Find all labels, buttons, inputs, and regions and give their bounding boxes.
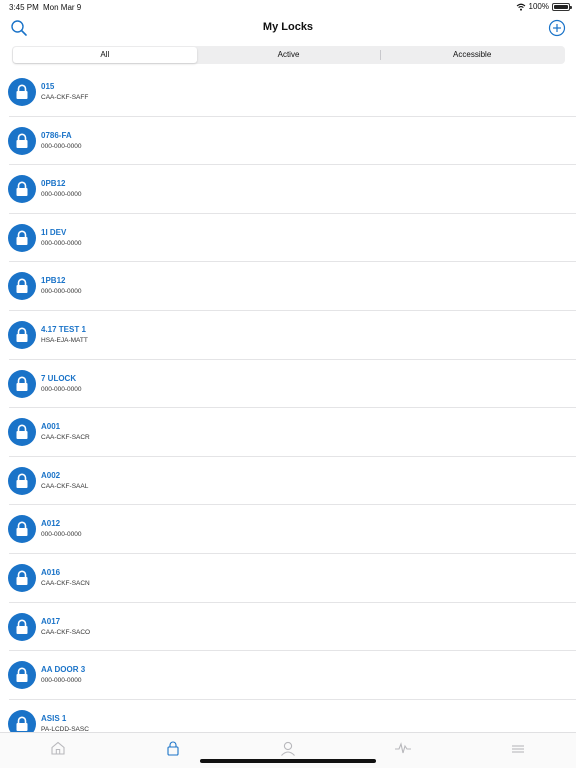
lock-list-item[interactable]: 7 ULOCK 000-000-0000 — [0, 360, 576, 409]
padlock-icon — [8, 272, 36, 301]
wifi-icon — [516, 3, 525, 11]
lock-icon — [167, 741, 179, 768]
padlock-icon — [8, 126, 36, 155]
lock-name: A002 — [41, 470, 61, 480]
lock-code: 000-000-0000 — [41, 677, 82, 685]
lock-name: A016 — [41, 567, 61, 577]
lock-code: CAA-CKF-SAFF — [41, 94, 89, 101]
lock-code: CAA-CKF-SAAL — [41, 482, 89, 490]
lock-code: CAA-CKF-SACN — [41, 579, 90, 587]
padlock-icon — [8, 320, 36, 349]
battery-percent: 100% — [528, 2, 549, 11]
segment-active[interactable]: Active — [197, 47, 381, 63]
lock-name: 7 ULOCK — [41, 373, 77, 383]
lock-name: 015 — [41, 82, 55, 91]
lock-name: ASIS 1 — [41, 713, 67, 723]
lock-code: 000-000-0000 — [41, 385, 82, 393]
home-icon — [50, 741, 66, 768]
lock-code: CAA-CKF-SACO — [41, 628, 91, 636]
status-bar: 3:45 PM Mon Mar 9 100% — [0, 0, 576, 14]
padlock-icon — [8, 78, 36, 106]
segment-accessible[interactable]: Accessible — [380, 47, 564, 63]
lock-name: 0786-FA — [41, 130, 72, 140]
tab-menu[interactable] — [461, 733, 576, 768]
segment-all[interactable]: All — [13, 47, 197, 63]
lock-name: 1PB12 — [41, 276, 66, 286]
filter-segmented-control: All Active Accessible — [12, 46, 565, 64]
lock-name: 4.17 TEST 1 — [41, 324, 86, 334]
lock-name: A001 — [41, 422, 61, 432]
lock-name: A012 — [41, 519, 61, 529]
nav-bar: My Locks — [0, 14, 576, 42]
lock-list-item[interactable]: A016 CAA-CKF-SACN — [0, 554, 576, 603]
padlock-icon — [8, 612, 36, 641]
activity-icon — [395, 741, 412, 768]
lock-list-item[interactable]: A002 CAA-CKF-SAAL — [0, 457, 576, 506]
lock-list-item[interactable]: 0786-FA 000-000-0000 — [0, 117, 576, 166]
screen: 3:45 PM Mon Mar 9 100% My Locks All Acti… — [0, 0, 576, 768]
padlock-icon — [8, 563, 36, 592]
lock-name: A017 — [41, 616, 61, 626]
status-time: 3:45 PM — [9, 3, 39, 12]
lock-code: 000-000-0000 — [41, 191, 82, 199]
add-circle-icon — [548, 19, 566, 37]
tab-home[interactable] — [0, 733, 115, 768]
padlock-icon — [8, 466, 36, 495]
padlock-icon — [8, 515, 36, 544]
lock-list-item[interactable]: 1PB12 000-000-0000 — [0, 262, 576, 311]
lock-code: 000-000-0000 — [41, 531, 82, 539]
menu-icon — [512, 741, 525, 768]
add-lock-button[interactable] — [548, 19, 566, 37]
lock-name: 1I DEV — [41, 227, 67, 237]
lock-list-item[interactable]: 0PB12 000-000-0000 — [0, 165, 576, 214]
lock-name: AA DOOR 3 — [41, 665, 86, 675]
lock-list-item[interactable]: A001 CAA-CKF-SACR — [0, 408, 576, 457]
person-icon — [280, 741, 296, 768]
padlock-icon — [8, 418, 36, 447]
lock-list-item[interactable]: AA DOOR 3 000-000-0000 — [0, 651, 576, 700]
lock-list-item[interactable]: ASIS 1 PA-LCDD-SASC — [0, 700, 576, 732]
lock-list-item[interactable]: 4.17 TEST 1 HSA-EJA-MATT — [0, 311, 576, 360]
lock-name: 0PB12 — [41, 179, 66, 189]
lock-code: 000-000-0000 — [41, 288, 82, 296]
status-right: 100% — [516, 2, 572, 11]
lock-code: 000-000-0000 — [41, 239, 82, 247]
padlock-icon — [8, 223, 36, 252]
lock-list-item[interactable]: A012 000-000-0000 — [0, 505, 576, 554]
padlock-icon — [8, 369, 36, 398]
lock-list[interactable]: 015 CAA-CKF-SAFF 0786-FA 000-000-0000 0PB12 0… — [0, 68, 576, 732]
page-title: My Locks — [262, 21, 314, 33]
lock-list-item[interactable]: A017 CAA-CKF-SACO — [0, 603, 576, 652]
padlock-icon — [8, 709, 36, 732]
lock-code: CAA-CKF-SACR — [41, 434, 90, 442]
lock-list-item[interactable]: 015 CAA-CKF-SAFF — [0, 68, 576, 117]
lock-code: 000-000-0000 — [41, 142, 82, 150]
padlock-icon — [8, 661, 36, 690]
home-indicator — [200, 759, 376, 763]
lock-code: HSA-EJA-MATT — [41, 336, 88, 344]
lock-list-item[interactable]: 1I DEV 000-000-0000 — [0, 214, 576, 263]
padlock-icon — [8, 175, 36, 204]
status-date: Mon Mar 9 — [43, 3, 82, 12]
battery-icon — [552, 2, 572, 11]
